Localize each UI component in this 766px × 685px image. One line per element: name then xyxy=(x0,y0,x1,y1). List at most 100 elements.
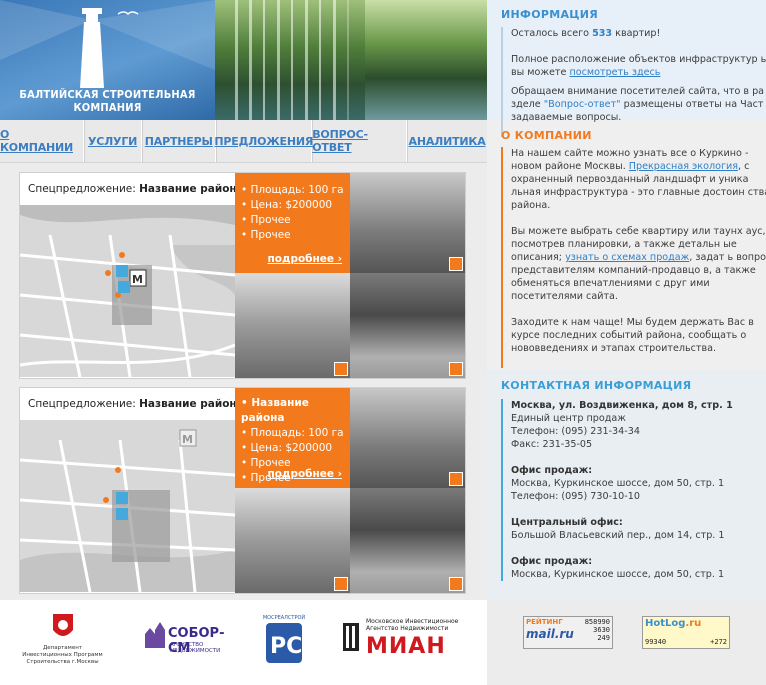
nav-analytics[interactable]: АНАЛИТИКА xyxy=(407,120,487,162)
offer-title: Спецпредложение: Название района xyxy=(28,183,244,195)
hotlog-brand: HotLog xyxy=(645,618,686,629)
mian-emblem-icon xyxy=(343,623,359,651)
about-heading: О КОМПАНИИ xyxy=(501,129,592,142)
more-link[interactable]: подробнее › xyxy=(268,253,343,265)
logo-caption: Департамент Инвестиционных Программ Стро… xyxy=(22,645,103,665)
offer-details: Площадь: 100 га Цена: $200000 Прочее Про… xyxy=(235,173,350,273)
hotlog-counter[interactable]: HotLog.ru 99340 +272 xyxy=(642,616,730,649)
offer-price: Цена: $200000 xyxy=(241,441,350,456)
counters: РЕЙТИНГ mail.ru 858990 3630 249 HotLog.r… xyxy=(487,600,766,685)
rating-brand: mail.ru xyxy=(526,627,574,641)
district-map[interactable]: M xyxy=(20,205,235,377)
offer-district: Название района xyxy=(241,396,350,426)
building-photo[interactable] xyxy=(350,388,465,488)
more-link-label: подробнее xyxy=(267,253,335,265)
offer-area: Площадь: 100 га xyxy=(241,426,350,441)
nav-offers[interactable]: ПРЕДЛОЖЕНИЯ xyxy=(214,120,313,162)
hotlog-value: 99340 xyxy=(645,638,667,646)
map-graphic: M xyxy=(20,420,235,592)
svg-text:M: M xyxy=(132,273,143,286)
offer-price: Цена: $200000 xyxy=(241,198,344,213)
about-text: На нашем сайте можно узнать все о Куркин… xyxy=(501,147,766,368)
contacts-heading: КОНТАКТНАЯ ИНФОРМАЦИЯ xyxy=(501,379,692,392)
offer-district-name[interactable]: Название района xyxy=(139,183,244,195)
moscow-dept-logo[interactable]: Департамент Инвестиционных Программ Стро… xyxy=(20,612,105,677)
company-name-line2: КОМПАНИЯ xyxy=(73,101,142,114)
nav-about[interactable]: О КОМПАНИИ xyxy=(0,120,84,162)
more-link-label: подробнее xyxy=(267,468,335,480)
rating-label: РЕЙТИНГ xyxy=(526,618,563,626)
church-icon xyxy=(145,622,165,648)
moscow-coat-of-arms-icon xyxy=(52,614,73,636)
offer-other: Прочее xyxy=(241,228,344,243)
zoom-icon[interactable] xyxy=(449,577,463,591)
partners-footer: Департамент Инвестиционных Программ Стро… xyxy=(0,600,487,685)
offer-card: Спецпредложение: Название района M • Пло… xyxy=(19,172,466,379)
mosrealstroy-logo[interactable]: МОСРЕАЛСТРОЙ РС xyxy=(262,615,306,667)
about-p3: Заходите к нам чаще! Мы будем держать Ва… xyxy=(511,317,754,354)
zoom-icon[interactable] xyxy=(334,577,348,591)
offer-title: Спецпредложение: Название района xyxy=(28,398,244,410)
rating-value: 858990 xyxy=(584,618,610,626)
about-p1: На нашем сайте можно узнать все о Куркин… xyxy=(511,148,766,211)
contact-block: Офис продаж: Москва, Куркинское шоссе, до… xyxy=(511,556,725,580)
offer-other: Прочее xyxy=(241,213,344,228)
zoom-icon[interactable] xyxy=(334,362,348,376)
offer-details: Название района Площадь: 100 га Цена: $2… xyxy=(235,388,350,488)
zoom-icon[interactable] xyxy=(449,257,463,271)
nav-partners[interactable]: ПАРТНЕРЫ xyxy=(142,120,217,162)
company-name-line1: БАЛТИЙСКАЯ СТРОИТЕЛЬНАЯ xyxy=(19,88,196,101)
mian-logo[interactable]: Московское Инвестиционное Агентство Недв… xyxy=(342,618,467,666)
info-p1: Осталось всего 533 квартир! xyxy=(511,28,661,39)
church-photo[interactable] xyxy=(235,273,350,378)
district-map[interactable]: M xyxy=(20,420,235,592)
park-photo[interactable] xyxy=(350,273,465,378)
info-p2: Полное расположение объектов инфраструкт… xyxy=(511,54,766,78)
info-heading: ИНФОРМАЦИЯ xyxy=(501,8,599,21)
logo-caption: Московское Инвестиционное Агентство Недв… xyxy=(366,618,459,632)
company-logo[interactable]: БАЛТИЙСКАЯ СТРОИТЕЛЬНАЯ КОМПАНИЯ xyxy=(0,0,215,120)
sales-schemes-link[interactable]: узнать о схемах продаж xyxy=(565,252,689,263)
hotlog-domain: .ru xyxy=(685,618,702,629)
church-photo[interactable] xyxy=(235,488,350,593)
main-content: Спецпредложение: Название района M • Пло… xyxy=(0,163,487,600)
svg-text:M: M xyxy=(182,433,193,446)
contact-block: Центральный офис: Большой Власьевский пер… xyxy=(511,517,725,541)
rating-value: 249 xyxy=(597,634,610,642)
offer-prefix: Спецпредложение: xyxy=(28,398,140,410)
about-p2: Вы можете выбрать себе квартиру или таун… xyxy=(511,226,766,302)
hotlog-value: +272 xyxy=(710,638,727,646)
nav-services[interactable]: УСЛУГИ xyxy=(84,120,143,162)
building-photo[interactable] xyxy=(350,173,465,273)
svg-text:РС: РС xyxy=(270,634,302,659)
ecology-link[interactable]: Прекрасная экология xyxy=(629,161,738,172)
offer-card: Спецпредложение: Название района M Н xyxy=(19,387,466,594)
logo-name: МИАН xyxy=(366,634,446,659)
mailru-rating-counter[interactable]: РЕЙТИНГ mail.ru 858990 3630 249 xyxy=(523,616,613,649)
offer-prefix: Спецпредложение: xyxy=(28,183,140,195)
rating-value: 3630 xyxy=(593,626,610,634)
info-p3: Обращаем внимание посетителей сайта, что… xyxy=(511,86,766,123)
map-graphic: M xyxy=(20,205,235,377)
faq-link[interactable]: "Вопрос-ответ" xyxy=(544,99,621,110)
contacts-text: Москва, ул. Воздвиженка, дом 8, стр. 1 Ед… xyxy=(501,399,766,581)
sidebar: ИНФОРМАЦИЯ Осталось всего 533 квартир! П… xyxy=(487,0,766,685)
header-photo xyxy=(215,0,487,120)
info-text: Осталось всего 533 квартир! Полное распо… xyxy=(501,27,766,137)
contact-block: Москва, ул. Воздвиженка, дом 8, стр. 1 Ед… xyxy=(511,400,733,450)
zoom-icon[interactable] xyxy=(449,362,463,376)
park-photo[interactable] xyxy=(350,488,465,593)
offer-district-name[interactable]: Название района xyxy=(139,398,244,410)
offer-area: Площадь: 100 га xyxy=(241,183,344,198)
view-here-link[interactable]: посмотреть здесь xyxy=(569,67,660,78)
nav-faq[interactable]: ВОПРОС-ОТВЕТ xyxy=(312,120,408,162)
contact-block: Офис продаж: Москва, Куркинское шоссе, до… xyxy=(511,465,725,502)
main-nav: О КОМПАНИИ УСЛУГИ ПАРТНЕРЫ ПРЕДЛОЖЕНИЯ В… xyxy=(0,120,487,163)
sobor-logo[interactable]: СОБОР-СМ АГЕНТСТВО НЕДВИЖИМОСТИ xyxy=(140,620,236,665)
logo-caption: АГЕНТСТВО НЕДВИЖИМОСТИ xyxy=(170,642,221,654)
company-name: БАЛТИЙСКАЯ СТРОИТЕЛЬНАЯ КОМПАНИЯ xyxy=(0,88,215,114)
offer-bullets: Площадь: 100 га Цена: $200000 Прочее Про… xyxy=(241,183,344,243)
zoom-icon[interactable] xyxy=(449,472,463,486)
mosrealstroy-emblem-icon: РС xyxy=(266,623,302,663)
more-link[interactable]: подробнее › xyxy=(268,468,343,480)
